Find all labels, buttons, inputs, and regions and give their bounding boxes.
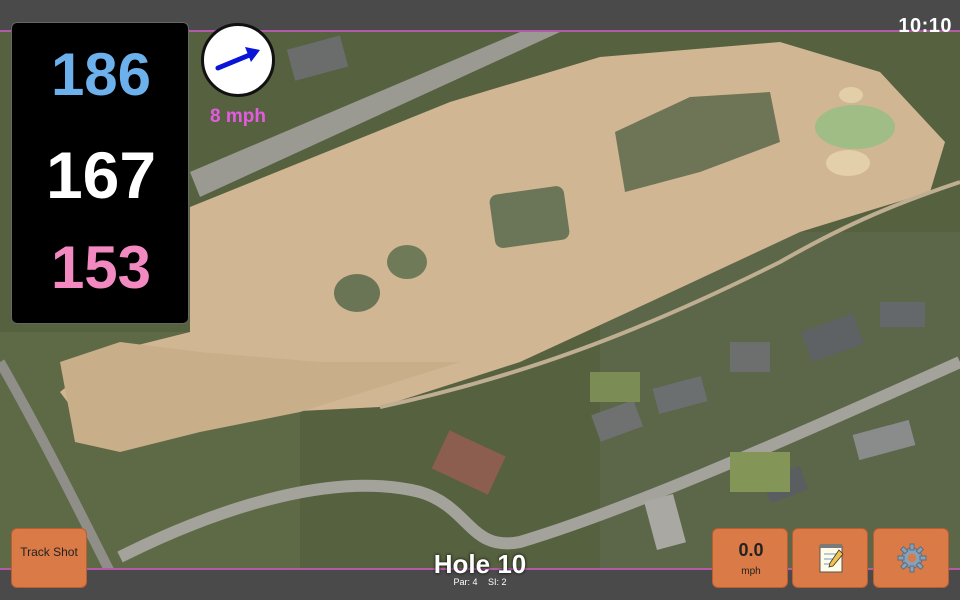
- hole-info: Par: 4 SI: 2: [380, 577, 580, 587]
- hole-par: Par: 4: [453, 577, 478, 587]
- wind-arrow-icon: [215, 47, 260, 71]
- track-shot-button[interactable]: Track Shot: [11, 528, 87, 588]
- hole-title: Hole 10: [433, 549, 527, 579]
- middle-distance: 167: [45, 138, 157, 212]
- speed-value: 0.0: [738, 540, 764, 560]
- speed-button[interactable]: 0.0 mph: [712, 528, 788, 588]
- wind-speed: 8 mph: [210, 106, 266, 127]
- hole-stroke-index: SI: 2: [488, 577, 507, 587]
- wind-indicator: [201, 23, 275, 97]
- gear-icon: [897, 543, 927, 573]
- back-distance: 186: [50, 41, 152, 108]
- distance-panel: 186 167 153: [11, 22, 189, 324]
- front-distance: 153: [50, 234, 152, 301]
- notepad-icon: [819, 544, 844, 573]
- clock: 10:10: [898, 15, 952, 37]
- settings-button[interactable]: [873, 528, 949, 588]
- notes-button[interactable]: [792, 528, 868, 588]
- speed-unit: mph: [741, 566, 761, 577]
